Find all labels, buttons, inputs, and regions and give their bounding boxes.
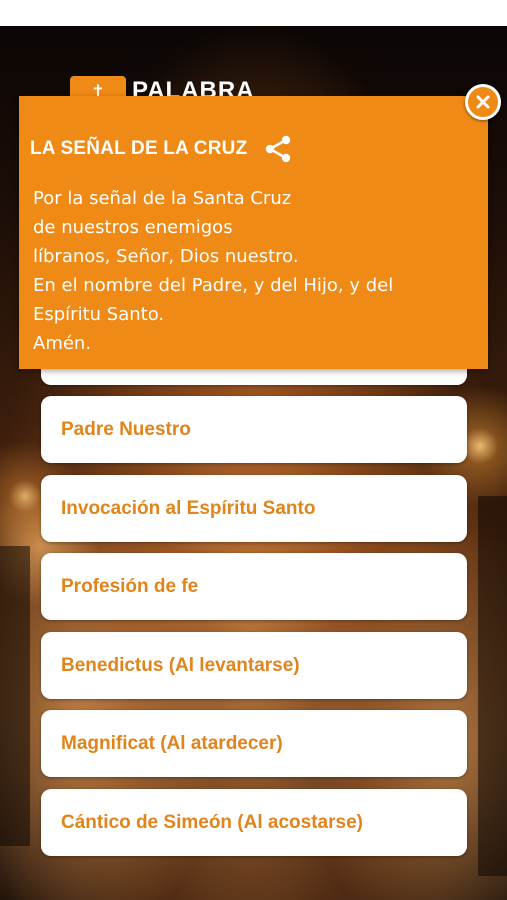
prayer-popup: LA SEÑAL DE LA CRUZ Por la señal de la S… [19,96,488,369]
share-icon[interactable] [263,134,293,164]
popup-title: LA SEÑAL DE LA CRUZ [30,138,248,159]
close-button[interactable] [465,84,501,120]
prayer-item-invocacion[interactable]: Invocación al Espíritu Santo [41,475,467,542]
prayer-line: Espíritu Santo. [33,304,165,325]
prayer-item-profesion-de-fe[interactable]: Profesión de fe [41,553,467,620]
prayer-line: En el nombre del Padre, y del Hijo, y de… [33,275,394,296]
popup-prayer-text: Por la señal de la Santa Cruz de nuestro… [33,184,473,358]
prayer-item-cantico-de-simeon[interactable]: Cántico de Simeón (Al acostarse) [41,789,467,856]
prayer-item-benedictus[interactable]: Benedictus (Al levantarse) [41,632,467,699]
status-bar [0,0,507,26]
prayer-line: Amén. [33,333,92,354]
prayer-item-padre-nuestro[interactable]: Padre Nuestro [41,396,467,463]
prayer-line: de nuestros enemigos [33,217,233,238]
prayer-line: Por la señal de la Santa Cruz [33,188,292,209]
popup-header: LA SEÑAL DE LA CRUZ [30,134,293,164]
background-pillar [0,546,30,846]
prayer-line: líbranos, Señor, Dios nuestro. [33,246,299,267]
background-pillar [478,496,507,876]
prayer-item-magnificat[interactable]: Magnificat (Al atardecer) [41,710,467,777]
close-icon [476,95,490,109]
